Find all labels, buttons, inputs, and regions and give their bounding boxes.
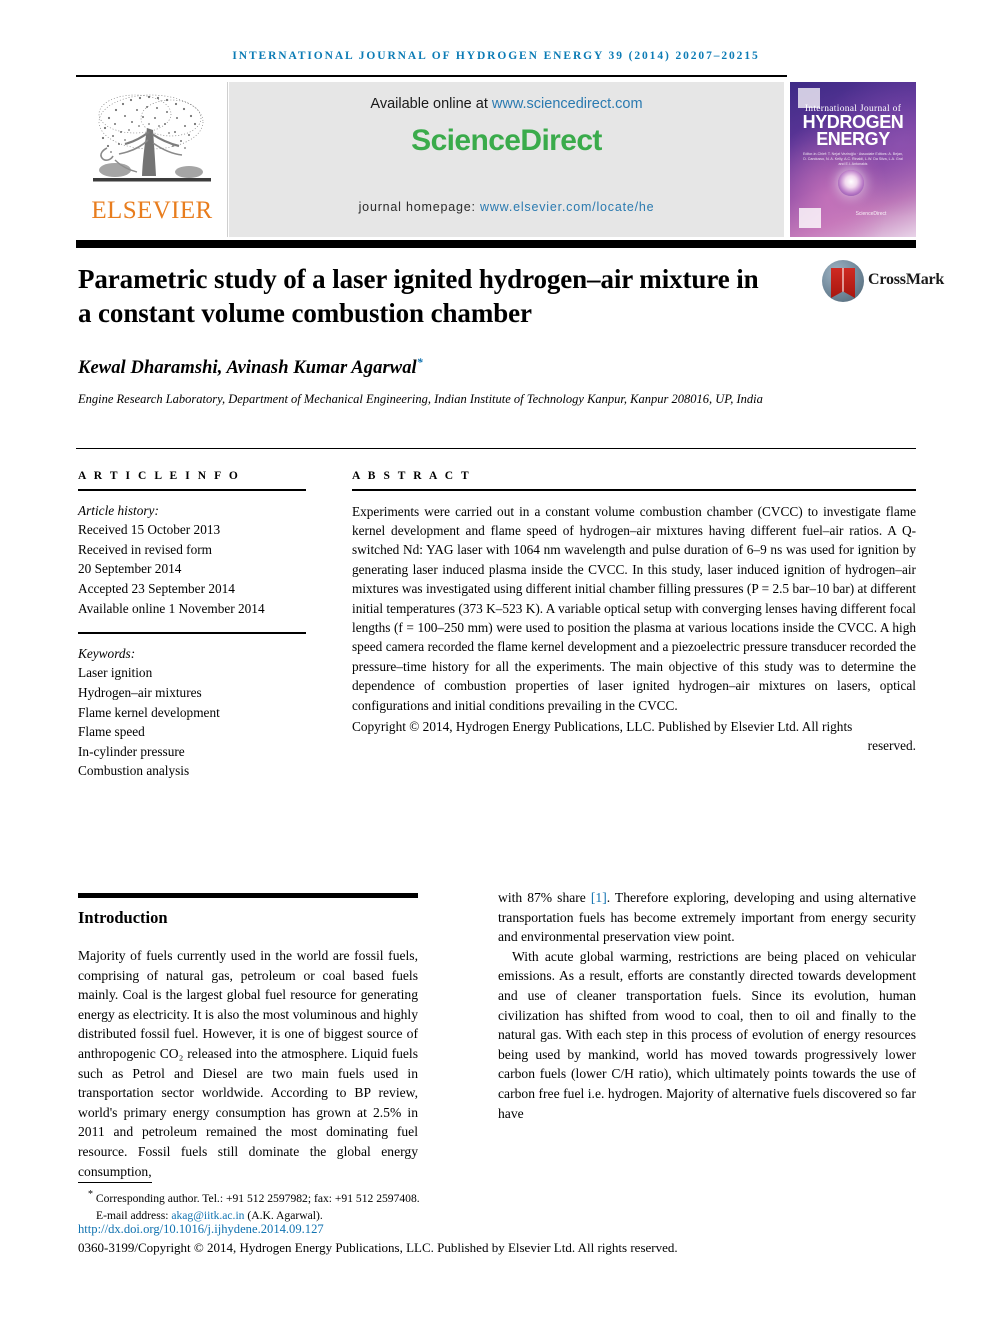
article-history-block: Article history: Received 15 October 201… xyxy=(78,501,306,619)
journal-homepage-prefix: journal homepage: xyxy=(358,200,481,214)
cover-editors: Editor-in-Chief: T. Nejat Veziroğlu · As… xyxy=(802,152,903,166)
author-names: Kewal Dharamshi, Avinash Kumar Agarwal xyxy=(78,358,417,379)
history-item: 20 September 2014 xyxy=(78,561,182,577)
section-heading-introduction: Introduction xyxy=(78,908,168,927)
cover-orb-graphic xyxy=(838,170,864,196)
keyword-item: In-cylinder pressure xyxy=(78,743,185,759)
running-head: International Journal of Hydrogen Energy… xyxy=(232,50,760,62)
abstract-column: A B S T R A C T Experiments were carried… xyxy=(352,470,916,756)
footnote-block: * Corresponding author. Tel.: +91 512 25… xyxy=(78,1186,778,1224)
history-item: Received in revised form xyxy=(78,541,213,557)
keyword-item: Laser ignition xyxy=(78,665,153,681)
page-title: Parametric study of a laser ignited hydr… xyxy=(78,264,759,328)
cover-ihe-logo xyxy=(799,208,821,228)
keyword-item: Flame speed xyxy=(78,724,145,740)
crossmark-circle-icon xyxy=(822,260,864,302)
journal-article-page: International Journal of Hydrogen Energy… xyxy=(0,0,992,1323)
affiliation: Engine Research Laboratory, Department o… xyxy=(78,392,763,406)
keywords-divider-rule xyxy=(78,632,306,634)
elsevier-tree-icon xyxy=(85,88,219,198)
body-paragraph: with 87% share [1]. Therefore exploring,… xyxy=(498,888,916,947)
sciencedirect-banner: Available online at www.sciencedirect.co… xyxy=(229,82,784,237)
abstract-copyright: Copyright © 2014, Hydrogen Energy Public… xyxy=(352,717,916,756)
corresponding-author-text: Corresponding author. Tel.: +91 512 2597… xyxy=(95,1191,420,1205)
corresponding-author-marker: * xyxy=(416,355,423,369)
footnote-rule xyxy=(78,1182,152,1183)
doi-link[interactable]: http://dx.doi.org/10.1016/j.ijhydene.201… xyxy=(78,1222,324,1237)
corresponding-author-note: * Corresponding author. Tel.: +91 512 25… xyxy=(78,1186,778,1207)
history-item: Received 15 October 2013 xyxy=(78,522,221,538)
citation-reference-1[interactable]: [1] xyxy=(591,890,607,905)
history-item: Available online 1 November 2014 xyxy=(78,600,265,616)
email-suffix: (A.K. Agarwal). xyxy=(244,1208,323,1222)
article-info-rule xyxy=(78,489,306,491)
cover-title-line-3: ENERGY xyxy=(816,129,890,149)
body-column-right: with 87% share [1]. Therefore exploring,… xyxy=(498,888,916,1123)
body-paragraph: Majority of fuels currently used in the … xyxy=(78,948,418,1179)
introduction-rule xyxy=(78,893,418,898)
asterisk-icon: * xyxy=(88,1189,93,1200)
article-history-label: Article history: xyxy=(78,502,159,518)
abstract-rule xyxy=(352,489,916,491)
crossmark-bookmark-icon xyxy=(831,268,855,298)
article-info-heading: A R T I C L E I N F O xyxy=(78,470,241,482)
abstract-heading: A B S T R A C T xyxy=(352,470,472,482)
sciencedirect-link[interactable]: www.sciencedirect.com xyxy=(492,96,643,112)
paragraph-text-pre: with 87% share xyxy=(498,890,591,905)
abstract-body: Experiments were carried out in a consta… xyxy=(352,503,916,713)
copyright-reserved: reserved. xyxy=(867,738,916,754)
issn-copyright-line: 0360-3199/Copyright © 2014, Hydrogen Ene… xyxy=(78,1240,678,1255)
copyright-text: Copyright © 2014, Hydrogen Energy Public… xyxy=(352,719,853,735)
history-item: Accepted 23 September 2014 xyxy=(78,580,235,596)
available-online-line: Available online at www.sciencedirect.co… xyxy=(229,96,784,112)
masthead-bottom-rule xyxy=(76,240,916,248)
author-list: Kewal Dharamshi, Avinash Kumar Agarwal* xyxy=(78,355,838,379)
body-column-left: Introduction Majority of fuels currently… xyxy=(78,900,418,1181)
crossmark-badge[interactable]: CrossMark xyxy=(822,258,944,308)
keywords-label: Keywords: xyxy=(78,645,136,661)
email-label: E-mail address: xyxy=(96,1208,172,1222)
keyword-item: Combustion analysis xyxy=(78,763,190,779)
crossmark-label: CrossMark xyxy=(868,271,945,288)
article-info-column: A R T I C L E I N F O Article history: R… xyxy=(78,470,306,781)
journal-cover-image: International Journal of HYDROGEN ENERGY… xyxy=(790,82,916,237)
keywords-block: Keywords: Laser ignition Hydrogen–air mi… xyxy=(78,644,306,781)
keyword-item: Hydrogen–air mixtures xyxy=(78,684,202,700)
masthead: ELSEVIER Available online at www.science… xyxy=(76,82,916,237)
journal-homepage-link[interactable]: www.elsevier.com/locate/he xyxy=(480,200,654,214)
email-link[interactable]: akag@iitk.ac.in xyxy=(171,1209,244,1222)
available-online-prefix: Available online at xyxy=(370,96,492,112)
elsevier-wordmark: ELSEVIER xyxy=(91,197,213,224)
sciencedirect-wordmark: ScienceDirect xyxy=(411,124,602,157)
elsevier-logo-block: ELSEVIER xyxy=(76,82,228,237)
journal-homepage-line: journal homepage: www.elsevier.com/locat… xyxy=(229,200,784,214)
keyword-item: Flame kernel development xyxy=(78,704,220,720)
body-paragraph: With acute global warming, restrictions … xyxy=(498,948,916,1121)
header-rule xyxy=(76,75,787,77)
title-block-rule xyxy=(76,448,916,449)
cover-sciencedirect-mark: ScienceDirect xyxy=(855,211,887,217)
